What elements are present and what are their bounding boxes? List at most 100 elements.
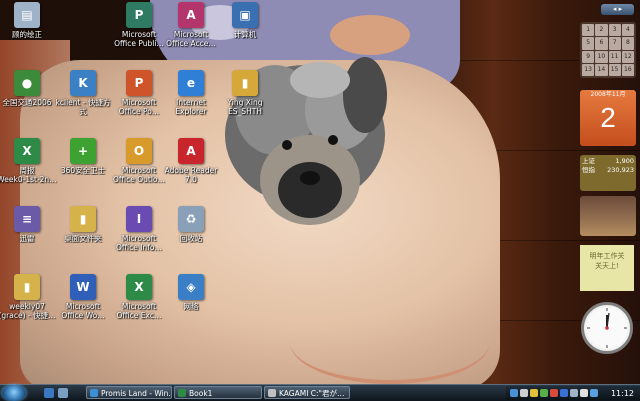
- desktop-icon[interactable]: e Internet Explorer: [160, 70, 222, 116]
- calendar-cell[interactable]: 4: [621, 24, 634, 37]
- tray-icon[interactable]: [510, 389, 518, 397]
- sidebar-toggle-button[interactable]: ◂ ▸: [601, 4, 634, 15]
- calendar-cell[interactable]: 7: [608, 37, 621, 50]
- shortcut-icon: K: [70, 70, 96, 96]
- publisher-icon: P: [126, 2, 152, 28]
- adobe-reader-icon: A: [178, 138, 204, 164]
- desktop-icon-label: 顾的绘正: [12, 30, 42, 39]
- desktop-icon[interactable]: ◈ 网络: [160, 274, 222, 311]
- tray-icon[interactable]: [540, 389, 548, 397]
- outlook-icon: O: [126, 138, 152, 164]
- desktop-icon[interactable]: Kkclient - 快捷方 式: [52, 70, 114, 116]
- notes-gadget[interactable]: 明年工作关 关天上!: [580, 245, 634, 291]
- desktop-icon[interactable]: W Microsoft Office Wo…: [52, 274, 114, 320]
- taskbar: Promis Land - Win… Book1 KAGAMI C:"君が… 1…: [0, 384, 640, 401]
- desktop-icon-label: weekly07 (grace) - 快捷…: [0, 302, 56, 320]
- calendar-day: 2: [600, 102, 616, 133]
- calendar-cell[interactable]: 3: [608, 24, 621, 37]
- calendar-cell[interactable]: 8: [621, 37, 634, 50]
- tray-icon[interactable]: [580, 389, 588, 397]
- access-icon: A: [178, 2, 204, 28]
- stock-value: 230,923: [607, 166, 634, 174]
- desktop-wallpaper: [0, 0, 640, 384]
- calendar-cell[interactable]: 11: [608, 50, 621, 63]
- word-icon: W: [70, 274, 96, 300]
- desktop-icon-label: Microsoft Office Wo…: [61, 302, 105, 320]
- tray-icon[interactable]: [560, 389, 568, 397]
- show-desktop-icon[interactable]: [44, 388, 54, 398]
- stock-name: 上证: [582, 157, 595, 165]
- desktop-icon[interactable]: A Microsoft Office Acce…: [160, 2, 222, 48]
- desktop-icon-label: 回收站: [179, 234, 203, 243]
- desktop-icon-label: 桌面文件夹: [64, 234, 102, 243]
- security-icon: +: [70, 138, 96, 164]
- tray-icon[interactable]: [570, 389, 578, 397]
- start-button[interactable]: [2, 385, 26, 401]
- clock-gadget[interactable]: [581, 302, 633, 354]
- computer-icon: ▣: [232, 2, 258, 28]
- calendar-cell[interactable]: 15: [608, 63, 621, 76]
- folder-icon: ▮: [70, 206, 96, 232]
- desktop-icon[interactable]: ≡ 迅雷: [0, 206, 58, 243]
- task-label: Book1: [189, 389, 213, 398]
- desktop-icon[interactable]: +360安全卫士: [52, 138, 114, 175]
- desktop-icon[interactable]: ▮ 桌面文件夹: [52, 206, 114, 243]
- calendar-cell[interactable]: 1: [582, 24, 595, 37]
- desktop-icon[interactable]: ♻ 回收站: [160, 206, 222, 243]
- network-icon: ◈: [178, 274, 204, 300]
- desktop-icon[interactable]: A Adobe Reader 7.0: [160, 138, 222, 184]
- tray-clock[interactable]: 11:12: [611, 387, 634, 400]
- desktop-icon-label: 计算机: [233, 30, 257, 39]
- slideshow-gadget[interactable]: [580, 196, 636, 236]
- desktop-icon-label: 360安全卫士: [60, 166, 106, 175]
- browser-icon: [90, 389, 98, 397]
- task-label: KAGAMI C:"君が…: [279, 389, 345, 398]
- task-button-console[interactable]: KAGAMI C:"君が…: [264, 386, 350, 399]
- desktop-icon-label: Internet Explorer: [175, 98, 207, 116]
- app-icon: ≡: [14, 206, 40, 232]
- calendar-cell[interactable]: 13: [582, 63, 595, 76]
- calendar-day-gadget[interactable]: 2008年11月 2: [580, 90, 636, 146]
- desktop-icon-label: 全国交通2006: [2, 98, 52, 107]
- desktop-icon[interactable]: ▤ 顾的绘正: [0, 2, 58, 39]
- powerpoint-icon: P: [126, 70, 152, 96]
- desktop-icon[interactable]: ▮ Ying Xing ES_SHTH: [214, 70, 276, 116]
- stock-gadget[interactable]: 上证 1,900 恒指 230,923: [580, 155, 636, 191]
- stock-name: 恒指: [582, 166, 595, 174]
- tray-icon[interactable]: [530, 389, 538, 397]
- switch-windows-icon[interactable]: [58, 388, 68, 398]
- tray-icon[interactable]: [550, 389, 558, 397]
- excel-icon: [178, 389, 186, 397]
- note-text: 明年工作关 关天上!: [589, 252, 625, 270]
- excel-file-icon: X: [14, 138, 40, 164]
- calendar-cell[interactable]: 2: [595, 24, 608, 37]
- calendar-cell[interactable]: 12: [621, 50, 634, 63]
- desktop-icon-label: kclient - 快捷方 式: [55, 98, 111, 116]
- desktop-icon-label: Microsoft Office Acce…: [166, 30, 216, 48]
- desktop-icon[interactable]: ● 全国交通2006: [0, 70, 58, 107]
- tray-icon[interactable]: [520, 389, 528, 397]
- task-label: Promis Land - Win…: [101, 389, 172, 398]
- task-button-excel[interactable]: Book1: [174, 386, 262, 399]
- desktop-icon-label: Ying Xing ES_SHTH: [227, 98, 263, 116]
- system-tray: 11:12: [506, 386, 640, 400]
- calendar-grid-gadget[interactable]: 1 2 3 4 5 6 7 8 9 10 11 12 13 14 15 16: [580, 22, 636, 78]
- calendar-cell[interactable]: 16: [621, 63, 634, 76]
- desktop-icon-label: 迅雷: [19, 234, 35, 243]
- desktop-icon-label: 网络: [183, 302, 199, 311]
- desktop-icon[interactable]: X 周报 Week0-1st-2n…: [0, 138, 58, 184]
- desktop-icon-label: Adobe Reader 7.0: [164, 166, 218, 184]
- desktop-icon[interactable]: ▮ weekly07 (grace) - 快捷…: [0, 274, 58, 320]
- recycle-bin-icon: ♻: [178, 206, 204, 232]
- calendar-cell[interactable]: 10: [595, 50, 608, 63]
- calendar-cell[interactable]: 6: [595, 37, 608, 50]
- calendar-cell[interactable]: 14: [595, 63, 608, 76]
- folder-icon: ▮: [232, 70, 258, 96]
- calendar-month: 2008年11月: [590, 91, 626, 98]
- internet-explorer-icon: e: [178, 70, 204, 96]
- tray-icon[interactable]: [590, 389, 598, 397]
- task-button-browser[interactable]: Promis Land - Win…: [86, 386, 172, 399]
- calendar-cell[interactable]: 9: [582, 50, 595, 63]
- calendar-cell[interactable]: 5: [582, 37, 595, 50]
- desktop-icon[interactable]: ▣ 计算机: [214, 2, 276, 39]
